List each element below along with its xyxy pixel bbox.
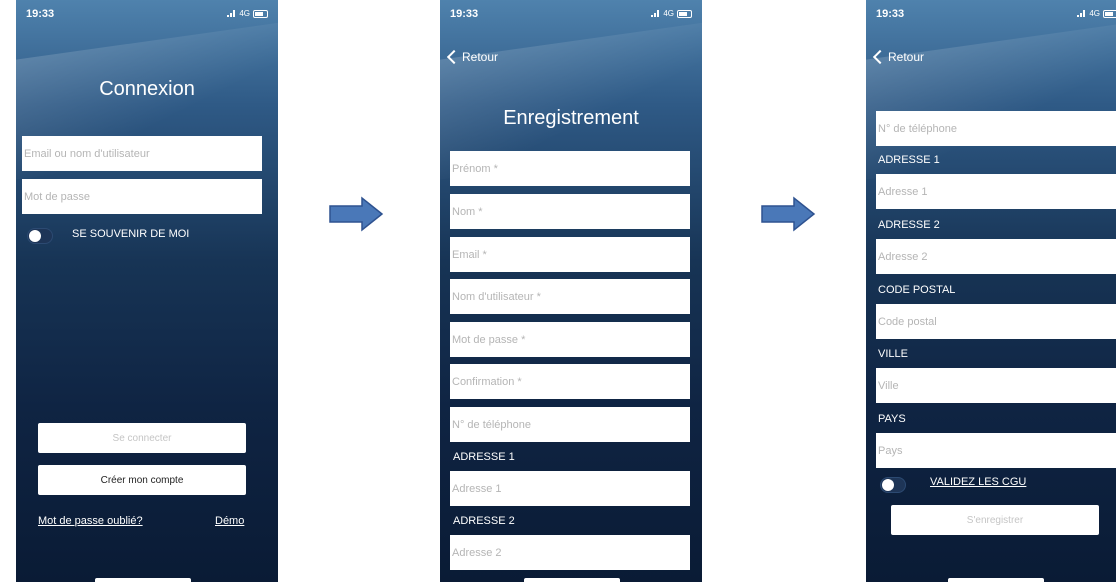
login-button[interactable]: Se connecter	[38, 423, 246, 453]
address1-field[interactable]: Adresse 1	[450, 471, 690, 506]
register-screen: 19:33 4G Retour Enregistrement Prénom * …	[440, 0, 702, 582]
login-screen: 19:33 4G Connexion Email ou nom d'utilis…	[16, 0, 278, 582]
field-placeholder: Pays	[878, 444, 903, 457]
address-screen: 19:33 4G Retour N° de téléphone ADRESSE …	[866, 0, 1116, 582]
page-title: Connexion	[99, 78, 195, 100]
field-placeholder: Mot de passe *	[452, 333, 526, 346]
address1-field[interactable]: Adresse 1	[876, 174, 1116, 209]
phone-field[interactable]: N° de téléphone	[450, 407, 690, 442]
signal-icon	[1077, 10, 1086, 17]
home-indicator	[524, 578, 620, 582]
phone-field[interactable]: N° de téléphone	[876, 111, 1116, 146]
country-field[interactable]: Pays	[876, 433, 1116, 468]
field-placeholder: Ville	[878, 379, 899, 392]
status-time: 19:33	[450, 8, 479, 20]
address2-field[interactable]: Adresse 2	[450, 535, 690, 570]
section-address2: ADRESSE 2	[878, 219, 940, 231]
forgot-password-link[interactable]: Mot de passe oublié?	[38, 515, 143, 527]
section-country: PAYS	[878, 413, 906, 425]
register-button[interactable]: S'enregistrer	[891, 505, 1099, 535]
battery-icon	[677, 9, 692, 18]
back-button[interactable]: Retour	[872, 49, 925, 65]
home-indicator	[95, 578, 191, 582]
status-bar: 19:33 4G	[450, 8, 692, 22]
page-title: Enregistrement	[503, 107, 639, 129]
signal-icon	[227, 10, 236, 17]
home-indicator	[948, 578, 1044, 582]
city-field[interactable]: Ville	[876, 368, 1116, 403]
field-placeholder: Prénom *	[452, 162, 498, 175]
arrow-right-icon	[761, 196, 816, 232]
password-field[interactable]: Mot de passe	[22, 179, 262, 214]
status-bar: 19:33 4G	[26, 8, 268, 22]
email-placeholder: Email ou nom d'utilisateur	[24, 147, 150, 160]
postal-code-field[interactable]: Code postal	[876, 304, 1116, 339]
section-address2: ADRESSE 2	[453, 515, 515, 527]
field-placeholder: Adresse 2	[452, 546, 502, 559]
email-field[interactable]: Email ou nom d'utilisateur	[22, 136, 262, 171]
field-placeholder: N° de téléphone	[452, 418, 532, 431]
field-placeholder: Adresse 1	[452, 482, 502, 495]
chevron-left-icon	[446, 49, 462, 65]
field-placeholder: Adresse 2	[878, 250, 928, 263]
cgu-link[interactable]: VALIDEZ LES CGU	[930, 476, 1026, 488]
remember-toggle[interactable]	[27, 228, 53, 244]
section-postal-code: CODE POSTAL	[878, 284, 956, 296]
first-name-field[interactable]: Prénom *	[450, 151, 690, 186]
network-label: 4G	[663, 9, 674, 18]
address2-field[interactable]: Adresse 2	[876, 239, 1116, 274]
username-field[interactable]: Nom d'utilisateur *	[450, 279, 690, 314]
email-field[interactable]: Email *	[450, 237, 690, 272]
status-time: 19:33	[26, 8, 55, 20]
network-label: 4G	[239, 9, 250, 18]
password-placeholder: Mot de passe	[24, 190, 91, 203]
arrow-right-icon	[329, 196, 384, 232]
back-button[interactable]: Retour	[446, 49, 499, 65]
status-bar: 19:33 4G	[876, 8, 1116, 22]
password-field[interactable]: Mot de passe *	[450, 322, 690, 357]
section-city: VILLE	[878, 348, 908, 360]
remember-label: SE SOUVENIR DE MOI	[72, 228, 190, 240]
field-placeholder: Nom *	[452, 205, 483, 218]
field-placeholder: Email *	[452, 248, 487, 261]
back-label: Retour	[888, 50, 925, 64]
battery-icon	[1103, 9, 1116, 18]
demo-link[interactable]: Démo	[215, 515, 244, 527]
field-placeholder: Code postal	[878, 315, 937, 328]
cgu-toggle[interactable]	[880, 477, 906, 493]
field-placeholder: Nom d'utilisateur *	[452, 290, 541, 303]
field-placeholder: N° de téléphone	[878, 122, 958, 135]
chevron-left-icon	[872, 49, 888, 65]
back-label: Retour	[462, 50, 499, 64]
network-label: 4G	[1089, 9, 1100, 18]
last-name-field[interactable]: Nom *	[450, 194, 690, 229]
status-time: 19:33	[876, 8, 905, 20]
field-placeholder: Confirmation *	[452, 375, 522, 388]
field-placeholder: Adresse 1	[878, 185, 928, 198]
section-address1: ADRESSE 1	[878, 154, 940, 166]
signal-icon	[651, 10, 660, 17]
battery-icon	[253, 9, 268, 18]
section-address1: ADRESSE 1	[453, 451, 515, 463]
confirm-password-field[interactable]: Confirmation *	[450, 364, 690, 399]
create-account-button[interactable]: Créer mon compte	[38, 465, 246, 495]
